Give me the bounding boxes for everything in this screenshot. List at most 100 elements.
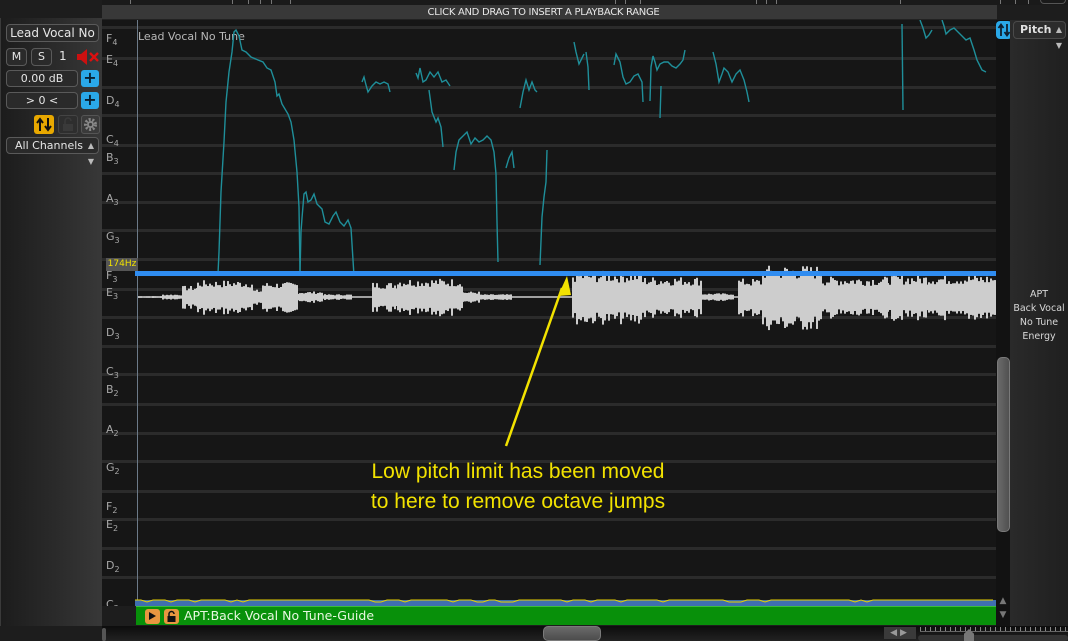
window-corner-button[interactable] <box>1040 0 1066 4</box>
play-icon[interactable] <box>145 609 160 624</box>
mute-button[interactable]: M <box>6 48 27 66</box>
waveform-sample <box>980 277 982 318</box>
waveform-sample <box>394 285 396 310</box>
waveform-sample <box>891 276 893 320</box>
view-mode-select[interactable]: Pitch ▲ ▼ <box>1013 21 1066 50</box>
waveform-sample <box>889 284 891 310</box>
offset-add-button[interactable]: + <box>81 92 99 109</box>
gain-add-button[interactable]: + <box>81 70 99 87</box>
waveform-sample <box>610 280 612 315</box>
speaker-muted-icon[interactable] <box>75 48 101 66</box>
waveform-sample <box>427 283 429 312</box>
lock-button[interactable] <box>58 115 78 134</box>
waveform-sample <box>915 281 917 314</box>
waveform-sample <box>506 294 508 300</box>
waveform-sample <box>712 294 714 300</box>
zoom-ruler-tick <box>945 627 946 631</box>
waveform-sample <box>772 274 774 321</box>
waveform-sample <box>788 272 790 324</box>
track-name-button[interactable]: Lead Vocal No <box>6 24 99 42</box>
waveform-sample <box>584 273 586 322</box>
waveform-sample <box>158 296 160 298</box>
waveform-sample <box>832 278 834 317</box>
waveform-sample <box>652 277 654 318</box>
lock-icon[interactable] <box>164 609 179 624</box>
waveform-sample <box>870 285 872 309</box>
waveform-sample <box>457 285 459 310</box>
annotation-arrow <box>504 276 571 447</box>
scroll-up-arrow-icon[interactable]: ▲ <box>996 596 1010 610</box>
vertical-scroll-thumb[interactable] <box>997 357 1010 532</box>
waveform-sample <box>466 292 468 302</box>
waveform-sample <box>818 274 820 321</box>
waveform-sample <box>237 282 239 313</box>
playback-range-bar[interactable]: CLICK AND DRAG TO INSERT A PLAYBACK RANG… <box>102 5 997 20</box>
waveform-sample <box>142 296 144 298</box>
swap-arrows-button[interactable] <box>34 115 54 134</box>
waveform-sample <box>484 294 486 300</box>
low-pitch-limit-handle[interactable] <box>135 271 996 276</box>
waveform-sample <box>443 281 445 314</box>
waveform-sample <box>754 281 756 314</box>
scroll-down-arrow-icon[interactable]: ▼ <box>996 610 1010 624</box>
waveform-sample <box>376 283 378 312</box>
pitch-offset-field[interactable]: > 0 < <box>6 92 78 109</box>
horizontal-scroll-thumb[interactable] <box>543 626 601 641</box>
waveform-sample <box>923 277 925 318</box>
gain-field[interactable]: 0.00 dB <box>6 70 78 87</box>
waveform-sample <box>970 280 972 315</box>
zoom-ruler-tick <box>1020 627 1021 631</box>
waveform-sample <box>190 286 192 309</box>
waveform-sample <box>274 287 276 308</box>
annotation-text: Low pitch limit has been moved to here t… <box>338 457 698 517</box>
waveform-sample <box>374 287 376 308</box>
vertical-scrollbar[interactable]: ▲ ▼ <box>996 20 1010 626</box>
ruler-tick <box>766 0 767 4</box>
waveform-sample <box>380 288 382 306</box>
waveform-sample <box>708 293 710 301</box>
waveform-sample <box>342 295 344 299</box>
guide-track-bar[interactable]: APT:Back Vocal No Tune-Guide <box>136 606 996 625</box>
zoom-ruler-tick <box>920 627 921 631</box>
waveform-sample <box>303 293 305 301</box>
track-control-panel: Lead Vocal No M S 1 0.00 dB + > 0 < + Al… <box>0 18 102 626</box>
waveform-sample <box>315 293 317 301</box>
ruler-tick <box>625 0 626 4</box>
waveform-sample <box>838 285 840 310</box>
waveform-sample <box>336 294 338 300</box>
waveform-sample <box>897 277 899 319</box>
waveform-sample <box>820 276 822 320</box>
waveform-sample <box>429 286 431 308</box>
zoom-ruler-tick <box>990 627 991 631</box>
waveform-sample <box>790 272 792 324</box>
waveform-sample <box>203 280 205 315</box>
waveform-sample <box>211 285 213 310</box>
waveform-sample <box>160 296 162 298</box>
waveform-sample <box>706 294 708 300</box>
waveform-sample <box>858 279 860 316</box>
waveform-sample <box>750 285 752 310</box>
waveform-sample <box>301 293 303 302</box>
pitch-graph-area[interactable]: F4E4D4C4B3A3G3F3E3D3C3B2A2G2F2E2D2C2 Lea… <box>102 20 996 606</box>
waveform-sample <box>423 285 425 309</box>
solo-button[interactable]: S <box>31 48 52 66</box>
waveform-sample <box>710 294 712 301</box>
nav-left-right-arrows-icon[interactable]: ◀▶ <box>884 627 916 639</box>
waveform-sample <box>630 274 632 321</box>
waveform-sample <box>690 285 692 310</box>
waveform-sample <box>903 284 905 311</box>
settings-button[interactable] <box>81 115 100 134</box>
waveform-sample <box>472 292 474 302</box>
waveform-sample <box>229 284 231 311</box>
zoom-slider[interactable] <box>918 635 1068 641</box>
waveform-sample <box>964 280 966 315</box>
waveform-sample <box>986 276 988 319</box>
waveform-sample <box>796 278 798 317</box>
waveform-sample <box>176 294 178 300</box>
waveform-sample <box>700 280 702 315</box>
pitch-curve-segment <box>453 130 499 263</box>
channels-select[interactable]: All Channels ▲ ▼ <box>6 137 99 166</box>
waveform-sample <box>887 283 889 312</box>
waveform-sample <box>678 280 680 315</box>
waveform-sample <box>644 278 646 318</box>
